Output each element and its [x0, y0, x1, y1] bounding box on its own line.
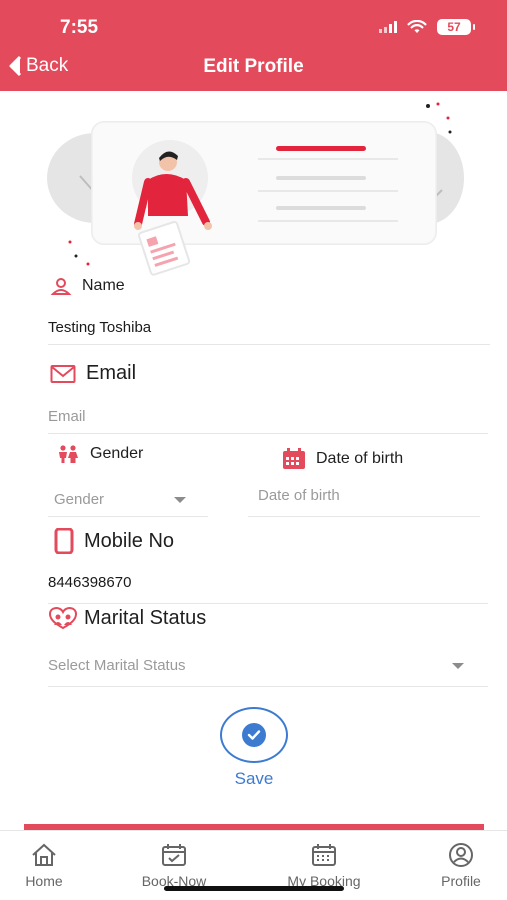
gender-label: Gender: [90, 445, 144, 462]
marital-placeholder: Select Marital Status: [48, 657, 186, 674]
wifi-icon: [407, 20, 427, 34]
mobile-label: Mobile No: [84, 529, 175, 552]
couple-icon: [48, 607, 78, 630]
app-header: 7:55 57 Back Edit Profile: [0, 0, 507, 91]
name-label-row: Name: [50, 276, 125, 296]
save-button[interactable]: Save: [220, 707, 288, 789]
calendar-check-icon: [162, 844, 186, 866]
name-field[interactable]: Testing Toshiba: [48, 319, 490, 345]
gender-select[interactable]: Gender: [48, 491, 208, 517]
mobile-label-row: Mobile No: [54, 528, 174, 554]
nav-home-label: Home: [25, 873, 63, 889]
dob-label-row: Date of birth: [282, 448, 403, 470]
gender-label-row: Gender: [56, 444, 143, 464]
email-field[interactable]: Email: [48, 408, 488, 434]
nav-profile[interactable]: Profile: [434, 843, 488, 889]
chevron-down-icon: [452, 663, 464, 669]
email-label-row: Email: [50, 362, 136, 385]
dob-label: Date of birth: [316, 450, 404, 467]
page-title: Edit Profile: [203, 56, 304, 77]
save-circle: [220, 707, 288, 763]
chevron-down-icon: [174, 497, 186, 503]
gender-placeholder: Gender: [54, 491, 105, 508]
gender-icon: [59, 445, 78, 463]
email-label: Email: [86, 362, 137, 384]
status-time: 7:55: [60, 17, 99, 38]
mail-icon: [50, 364, 76, 383]
dob-field[interactable]: Date of birth: [248, 487, 480, 517]
check-icon: [242, 723, 266, 747]
save-label: Save: [234, 769, 274, 788]
name-label: Name: [82, 277, 125, 294]
mobile-field[interactable]: 8446398670: [48, 574, 488, 604]
user-circle-icon: [449, 843, 473, 867]
calendar-icon: [283, 448, 305, 469]
status-icons: 57: [379, 19, 475, 35]
profile-illustration: [47, 102, 464, 276]
nav-home[interactable]: Home: [22, 843, 66, 889]
marital-label: Marital Status: [84, 606, 207, 629]
nav-book-now[interactable]: Book-Now: [132, 843, 216, 889]
home-icon: [32, 843, 56, 866]
marital-select[interactable]: Select Marital Status: [48, 657, 488, 687]
home-indicator: [164, 886, 344, 891]
calendar-grid-icon: [312, 844, 336, 866]
marital-label-row: Marital Status: [46, 606, 206, 630]
phone-icon: [54, 528, 74, 554]
battery-icon: 57: [437, 19, 475, 35]
nav-profile-label: Profile: [441, 873, 481, 889]
signal-icon: [379, 21, 397, 33]
nav-my-booking[interactable]: My Booking: [278, 843, 370, 889]
user-icon: [50, 278, 72, 295]
